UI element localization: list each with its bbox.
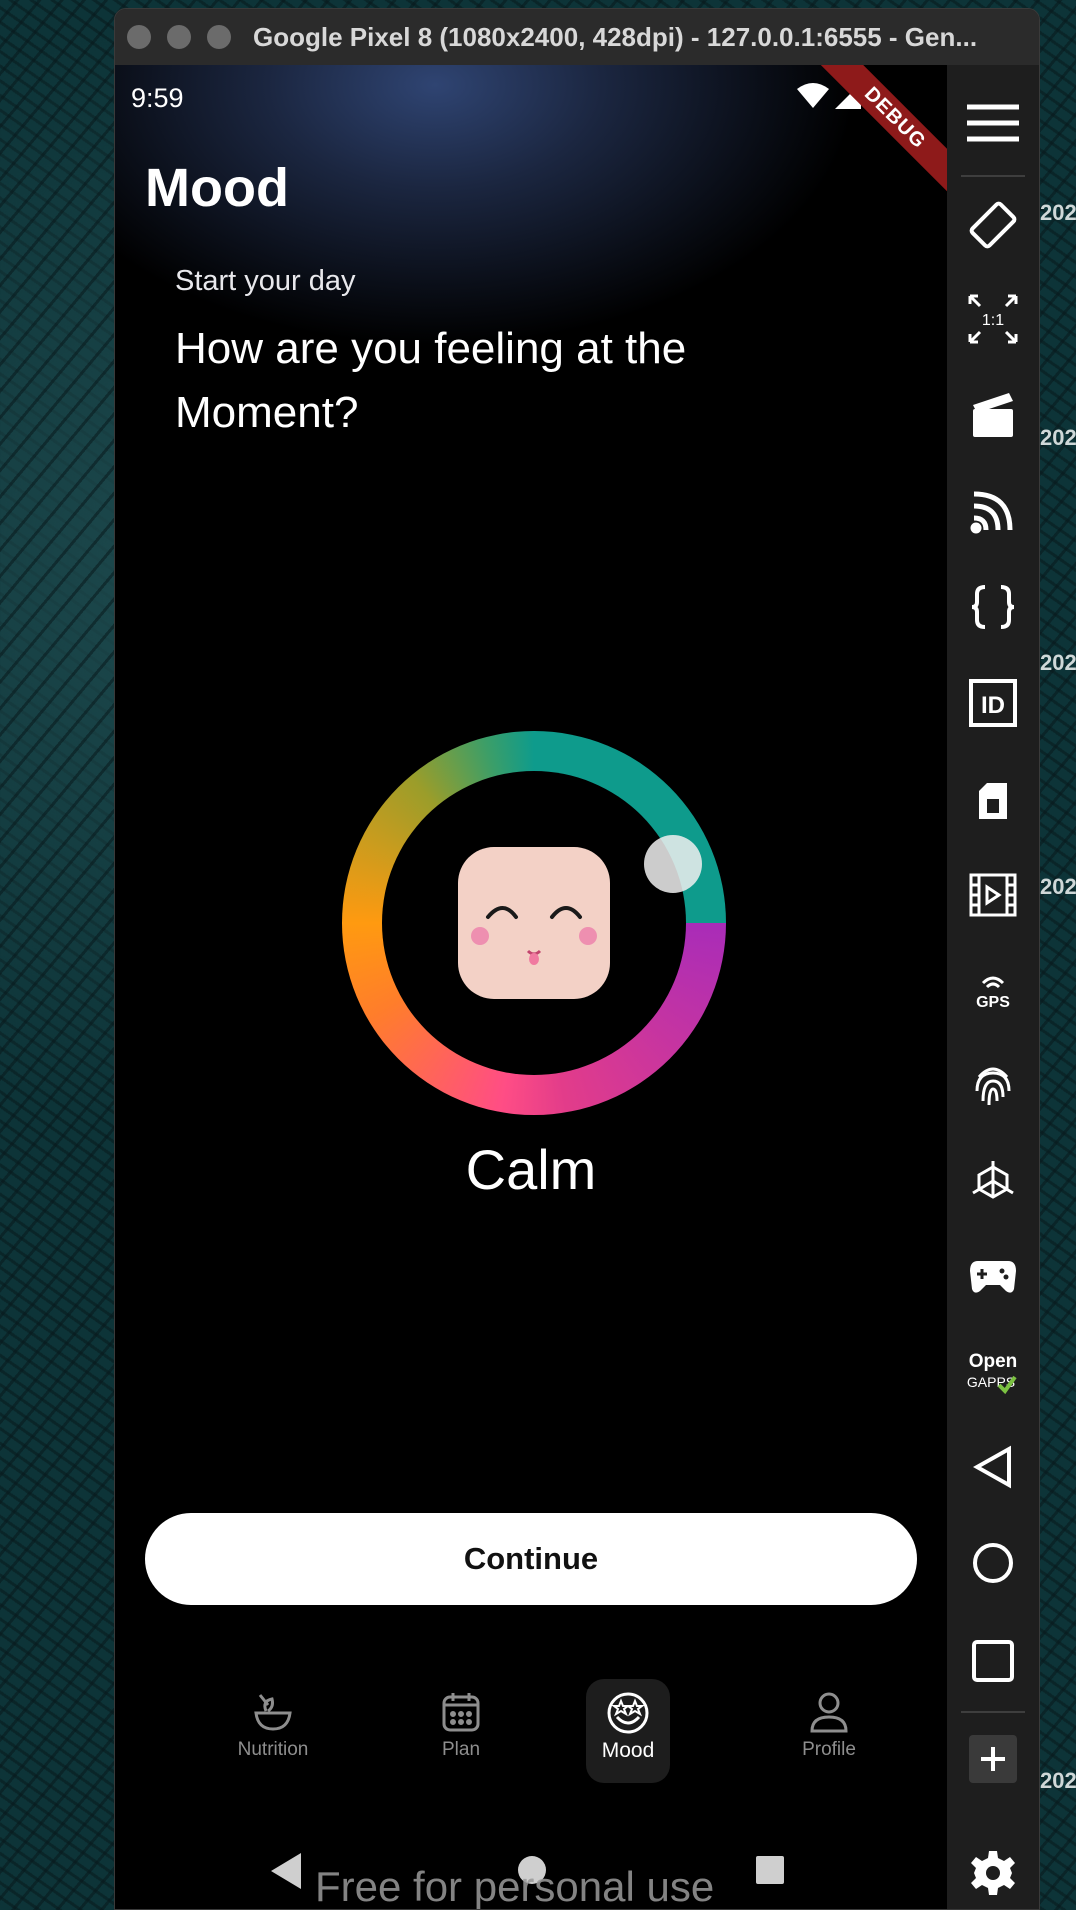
- window-title: Google Pixel 8 (1080x2400, 428dpi) - 127…: [253, 21, 978, 52]
- watermark-text: Free for personal use: [315, 1863, 715, 1910]
- zoom-1-1-button[interactable]: 1:1: [963, 289, 1023, 349]
- menu-icon: [967, 104, 1019, 142]
- sensors-button[interactable]: [963, 1151, 1023, 1211]
- gps-icon: GPS: [976, 976, 1010, 1011]
- selected-mood-label: Calm: [465, 1138, 597, 1201]
- settings-icon: [971, 1851, 1015, 1895]
- nav-item-plan[interactable]: Plan: [401, 1679, 521, 1783]
- record-button[interactable]: [963, 385, 1023, 445]
- svg-text:Open: Open: [969, 1351, 1018, 1372]
- braces-icon: [971, 585, 1015, 629]
- settings-button[interactable]: [963, 1843, 1023, 1903]
- svg-text:1:1: 1:1: [982, 312, 1004, 329]
- bowl-icon: [254, 1694, 292, 1731]
- page-title: Mood: [145, 158, 289, 218]
- bottom-navigation: Nutrition Plan Mood Profile: [115, 1679, 947, 1783]
- fingerprint-icon: [975, 1067, 1011, 1106]
- svg-text:GPS: GPS: [976, 994, 1010, 1011]
- cast-icon: [970, 491, 1013, 534]
- screen-record-button[interactable]: [963, 865, 1023, 925]
- person-icon: [810, 1692, 848, 1733]
- cast-button[interactable]: [963, 481, 1023, 541]
- zoom-1-1-icon: 1:1: [968, 294, 1018, 344]
- opengapps-button[interactable]: Open GAPPS: [963, 1341, 1023, 1401]
- emulator-window: Google Pixel 8 (1080x2400, 428dpi) - 127…: [114, 8, 1040, 1910]
- fingerprint-button[interactable]: [963, 1055, 1023, 1115]
- home-button[interactable]: [963, 1533, 1023, 1593]
- video-icon: [969, 873, 1017, 917]
- page-subtitle: Start your day: [175, 265, 356, 297]
- nav-item-mood[interactable]: Mood: [586, 1679, 670, 1783]
- home-icon: [973, 1543, 1013, 1583]
- back-icon: [973, 1445, 1011, 1489]
- smiley-icon: [607, 1692, 649, 1734]
- wifi-icon: [797, 83, 829, 108]
- extended-controls-button[interactable]: [963, 1729, 1023, 1789]
- mood-face-avatar: [458, 847, 610, 999]
- background-text: 202: [1040, 874, 1076, 899]
- rotate-button[interactable]: [963, 195, 1023, 255]
- close-window-button[interactable]: [127, 25, 151, 49]
- clapper-icon: [973, 393, 1013, 437]
- id-icon: ID: [969, 679, 1017, 727]
- rotate-icon: [969, 201, 1017, 249]
- nav-item-nutrition[interactable]: Nutrition: [213, 1679, 333, 1783]
- status-time: 9:59: [131, 83, 184, 113]
- minimize-window-button[interactable]: [167, 25, 191, 49]
- system-back-icon[interactable]: [271, 1853, 303, 1889]
- emulator-side-toolbar: 1:1 ID GPS Open GAPPS: [947, 65, 1039, 1909]
- nav-label: Nutrition: [237, 1739, 309, 1760]
- calendar-icon: [442, 1693, 480, 1732]
- overview-icon: [972, 1640, 1014, 1682]
- menu-button[interactable]: [963, 93, 1023, 153]
- mood-selector-ring[interactable]: [342, 731, 726, 1115]
- calm-face-icon: [471, 906, 597, 965]
- status-bar: 9:59 DEBUG: [115, 65, 947, 193]
- header-gradient: [115, 65, 947, 545]
- background-text: 202: [1040, 200, 1076, 225]
- background-text: 202: [1040, 650, 1076, 675]
- nav-label: Plan: [441, 1739, 481, 1760]
- overview-button[interactable]: [963, 1631, 1023, 1691]
- gamepad-button[interactable]: [963, 1247, 1023, 1307]
- phone-screen: 9:59 DEBUG Mood Start your day How are y…: [115, 65, 947, 1910]
- sim-icon: [979, 783, 1007, 819]
- nav-label: Profile: [802, 1739, 856, 1760]
- opengapps-icon: OpenGAPPS: [967, 1351, 1018, 1395]
- mood-slider-handle[interactable]: [644, 835, 702, 893]
- continue-button[interactable]: Continue: [145, 1513, 917, 1605]
- svg-text:ID: ID: [981, 692, 1005, 719]
- gamepad-icon: [970, 1261, 1016, 1293]
- sensor-icon: [972, 1161, 1014, 1199]
- mood-question: How are you feeling at the Moment?: [175, 324, 687, 437]
- device-id-button[interactable]: ID: [963, 673, 1023, 733]
- developer-button[interactable]: [963, 577, 1023, 637]
- nav-label: Mood: [601, 1739, 655, 1762]
- window-titlebar[interactable]: Google Pixel 8 (1080x2400, 428dpi) - 127…: [115, 9, 1039, 65]
- plus-icon: [969, 1735, 1017, 1783]
- background-text: 202: [1040, 1768, 1076, 1793]
- nav-item-profile[interactable]: Profile: [769, 1679, 889, 1783]
- system-overview-icon[interactable]: [755, 1855, 785, 1885]
- sim-button[interactable]: [963, 771, 1023, 831]
- background-text: 202: [1040, 425, 1076, 450]
- back-button[interactable]: [963, 1437, 1023, 1497]
- gps-button[interactable]: GPS: [963, 961, 1023, 1021]
- maximize-window-button[interactable]: [207, 25, 231, 49]
